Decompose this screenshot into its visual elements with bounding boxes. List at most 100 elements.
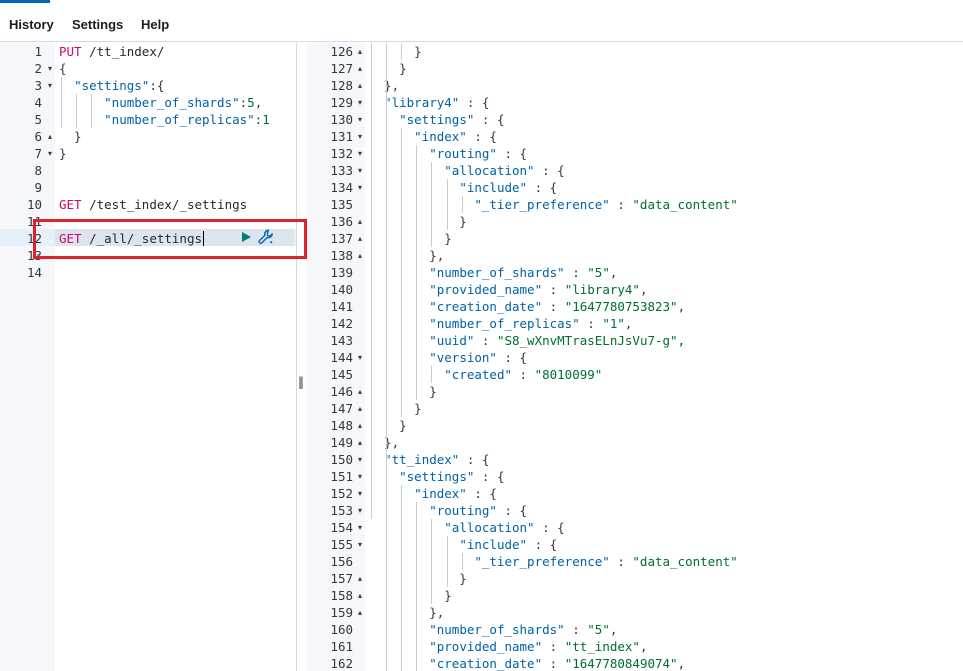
- code-line: "settings" : {: [369, 111, 504, 128]
- line-number: 133 ▾: [307, 162, 365, 179]
- fold-collapse-icon[interactable]: ▾: [358, 179, 362, 196]
- indent-guide: [76, 94, 78, 128]
- fold-collapse-icon[interactable]: ▾: [358, 128, 362, 145]
- fold-collapse-icon[interactable]: ▾: [48, 60, 52, 77]
- help-menu-item[interactable]: Help: [141, 17, 169, 32]
- indent-guide: [401, 128, 403, 417]
- fold-expand-icon[interactable]: ▴: [358, 434, 362, 451]
- code-token: },: [369, 248, 445, 263]
- fold-expand-icon[interactable]: ▴: [358, 417, 362, 434]
- fold-expand-icon[interactable]: ▴: [358, 43, 362, 60]
- line-number-label: 129: [330, 95, 353, 110]
- resize-handle-icon[interactable]: ‖: [297, 375, 305, 389]
- line-number: 144 ▾: [307, 349, 365, 366]
- request-code-area[interactable]: PUT /tt_index/{ "settings":{ "number_of_…: [55, 43, 296, 671]
- line-number: 156: [307, 553, 365, 570]
- line-number-label: 148: [330, 418, 353, 433]
- code-token: "index": [414, 486, 467, 501]
- line-number-label: 153: [330, 503, 353, 518]
- fold-collapse-icon[interactable]: ▾: [358, 468, 362, 485]
- code-token: : {: [459, 452, 490, 467]
- top-menu-bar: History Settings Help: [0, 0, 963, 42]
- fold-collapse-icon[interactable]: ▾: [358, 502, 362, 519]
- code-token: : {: [466, 129, 497, 144]
- fold-expand-icon[interactable]: ▴: [358, 60, 362, 77]
- code-token: :: [512, 367, 535, 382]
- fold-expand-icon[interactable]: ▴: [358, 247, 362, 264]
- code-token: /test_index/_settings: [89, 197, 248, 212]
- code-token: "provided_name": [429, 282, 543, 297]
- line-number-label: 143: [330, 333, 353, 348]
- active-tab-indicator: [0, 0, 50, 3]
- code-token: "creation_date": [429, 299, 543, 314]
- line-number: 143: [307, 332, 365, 349]
- response-viewer[interactable]: 126 ▴ 127 ▴ 128 ▴ 129 ▾ 130 ▾ 131 ▾ 132 ▾ 133 ▾ 134 ▾ 135 1…: [307, 43, 963, 671]
- fold-collapse-icon[interactable]: ▾: [358, 111, 362, 128]
- line-number: 136 ▴: [307, 213, 365, 230]
- code-token: "1647780753823": [564, 299, 678, 314]
- line-number-label: 158: [330, 588, 353, 603]
- code-token: "allocation": [444, 163, 535, 178]
- line-number-label: 3: [34, 78, 42, 93]
- code-token: "provided_name": [429, 639, 543, 654]
- code-token: : {: [496, 146, 528, 161]
- fold-expand-icon[interactable]: ▴: [358, 213, 362, 230]
- code-line: "settings" : {: [369, 468, 504, 485]
- fold-expand-icon[interactable]: ▴: [48, 128, 52, 145]
- code-line: }: [59, 145, 67, 162]
- fold-collapse-icon[interactable]: ▾: [48, 145, 52, 162]
- fold-collapse-icon[interactable]: ▾: [358, 94, 362, 111]
- fold-collapse-icon[interactable]: ▾: [358, 145, 362, 162]
- code-token: :: [564, 265, 588, 280]
- line-number-label: 157: [330, 571, 353, 586]
- fold-collapse-icon[interactable]: ▾: [358, 536, 362, 553]
- line-number-label: 150: [330, 452, 353, 467]
- fold-collapse-icon[interactable]: ▾: [358, 162, 362, 179]
- line-number-label: 147: [330, 401, 353, 416]
- code-line: }: [369, 417, 407, 434]
- fold-collapse-icon[interactable]: ▾: [358, 451, 362, 468]
- line-number: 141: [307, 298, 365, 315]
- fold-collapse-icon[interactable]: ▾: [358, 349, 362, 366]
- fold-expand-icon[interactable]: ▴: [358, 383, 362, 400]
- line-number-label: 4: [34, 95, 42, 110]
- code-token: {: [59, 61, 67, 76]
- code-line: }: [369, 230, 452, 247]
- code-token: : {: [527, 537, 558, 552]
- fold-expand-icon[interactable]: ▴: [358, 77, 362, 94]
- code-line: "routing" : {: [369, 502, 527, 519]
- fold-collapse-icon[interactable]: ▾: [48, 77, 52, 94]
- line-number-label: 133: [330, 163, 353, 178]
- history-menu-item[interactable]: History: [9, 17, 54, 32]
- fold-collapse-icon[interactable]: ▾: [358, 485, 362, 502]
- line-number-label: 139: [330, 265, 353, 280]
- code-line: {: [59, 60, 67, 77]
- code-token: }: [369, 571, 467, 586]
- code-token: ,: [677, 299, 686, 314]
- line-number-label: 2: [34, 61, 42, 76]
- code-line: }: [369, 43, 422, 60]
- code-token: "routing": [429, 146, 497, 161]
- fold-expand-icon[interactable]: ▴: [358, 230, 362, 247]
- fold-expand-icon[interactable]: ▴: [358, 587, 362, 604]
- fold-expand-icon[interactable]: ▴: [358, 400, 362, 417]
- line-number: 145: [307, 366, 365, 383]
- line-number-label: 138: [330, 248, 353, 263]
- code-token: }: [369, 214, 467, 229]
- line-number-label: 145: [330, 367, 353, 382]
- line-number-label: 152: [330, 486, 353, 501]
- line-number: 151 ▾: [307, 468, 365, 485]
- line-number-label: 142: [330, 316, 353, 331]
- settings-menu-item[interactable]: Settings: [72, 17, 123, 32]
- pane-resizer[interactable]: [296, 43, 307, 671]
- code-line: }: [369, 383, 437, 400]
- fold-expand-icon[interactable]: ▴: [358, 604, 362, 621]
- request-editor[interactable]: 1 2 ▾ 3 ▾ 4 5 6 ▴ 7 ▾ 8 9 10 11 12 13 14 PUT /tt_index/{ …: [0, 43, 296, 671]
- fold-collapse-icon[interactable]: ▾: [358, 519, 362, 536]
- indent-guide: [371, 43, 372, 519]
- code-line: "include" : {: [369, 179, 557, 196]
- code-token: :: [609, 554, 633, 569]
- fold-expand-icon[interactable]: ▴: [358, 570, 362, 587]
